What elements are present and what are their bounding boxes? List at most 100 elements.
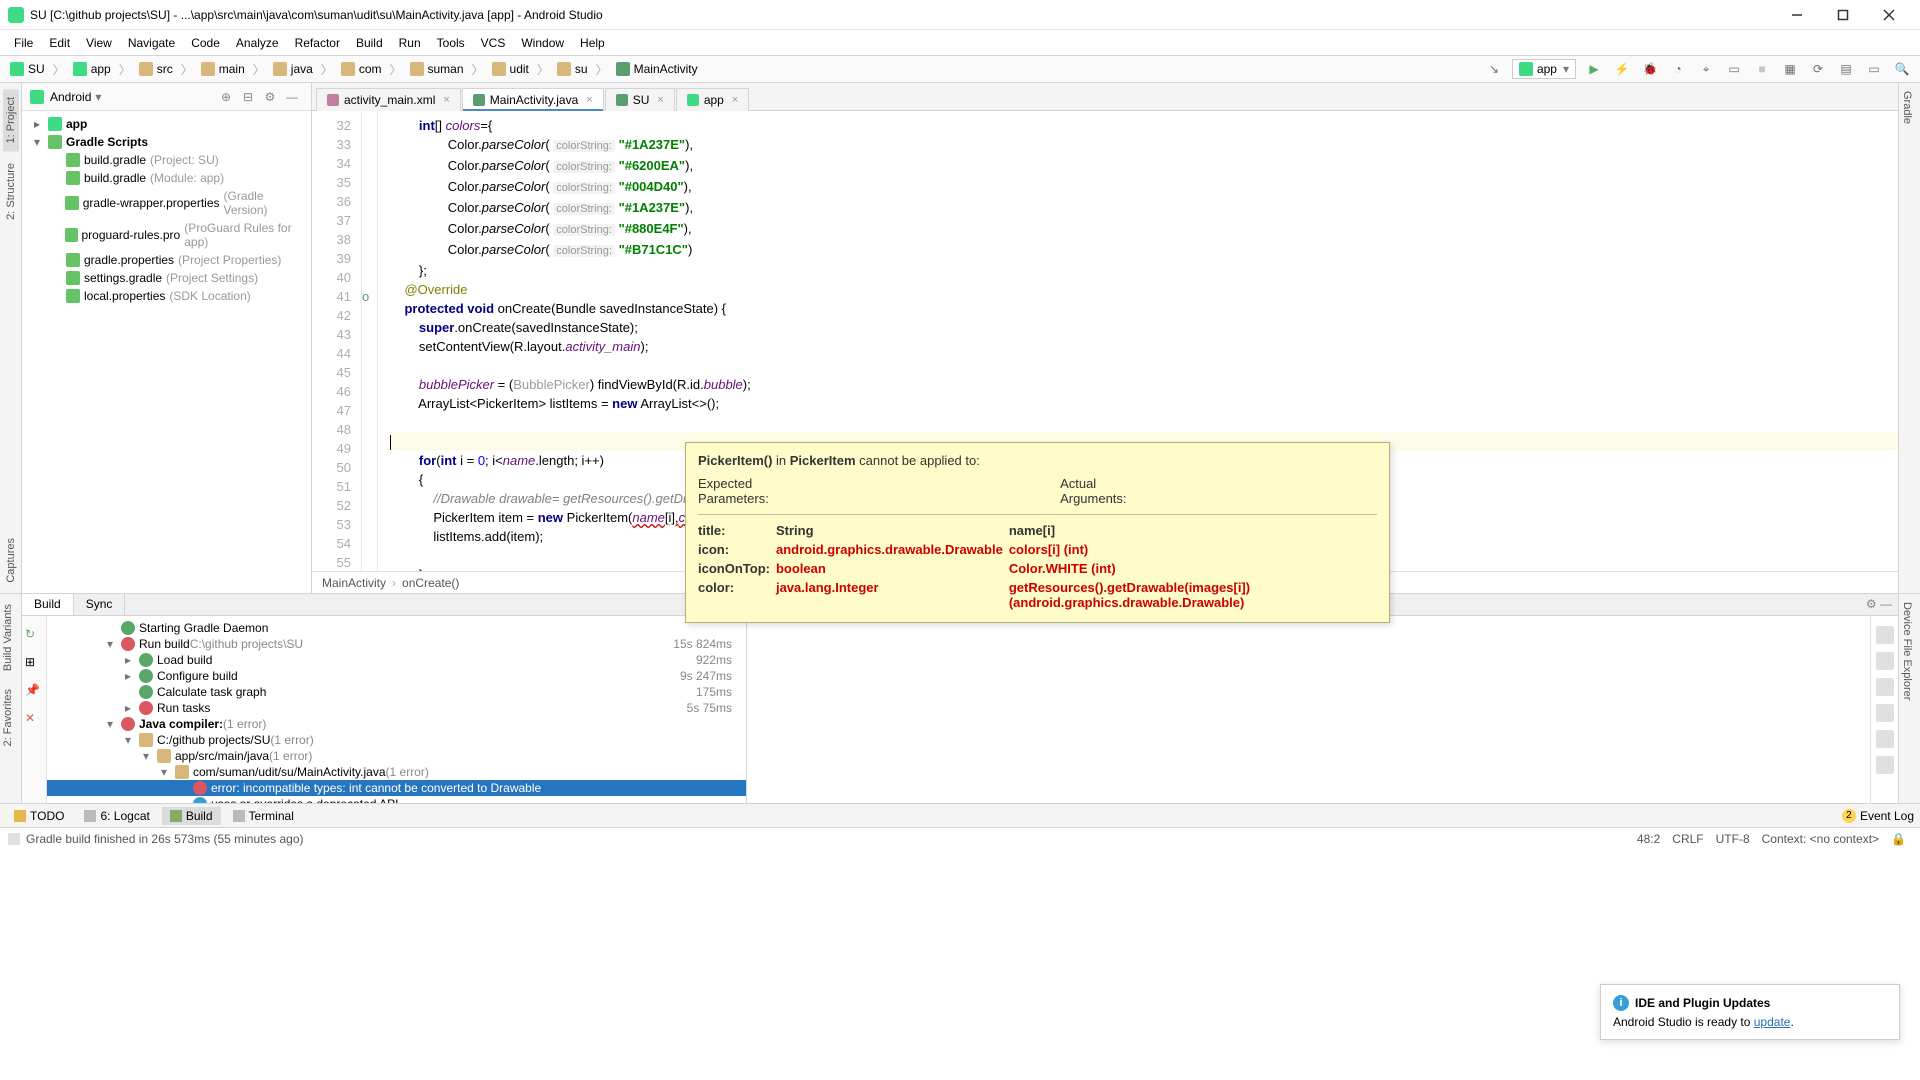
tree-item[interactable]: proguard-rules.pro(ProGuard Rules for ap… <box>22 219 311 251</box>
project-tool-tab[interactable]: 1: Project <box>3 89 19 151</box>
search-icon[interactable]: 🔍 <box>1891 58 1913 80</box>
favorites-tab[interactable]: 2: Favorites <box>0 681 16 754</box>
layout-inspector-icon[interactable]: ▭ <box>1863 58 1885 80</box>
captures-tool-tab[interactable]: Captures <box>3 530 19 591</box>
down-icon[interactable] <box>1876 652 1894 670</box>
minimize-button[interactable] <box>1774 0 1820 30</box>
tree-twisty-icon[interactable]: ▾ <box>139 749 153 763</box>
event-log-button[interactable]: 2Event Log <box>1842 809 1914 823</box>
tree-item[interactable]: build.gradle(Project: SU) <box>22 151 311 169</box>
settings-gear-icon[interactable]: ⚙ <box>261 88 279 106</box>
project-tree[interactable]: ▸app▾Gradle Scriptsbuild.gradle(Project:… <box>22 111 311 309</box>
build-tree-row[interactable]: ▸Run tasks5s 75ms <box>47 700 746 716</box>
gutter-icons[interactable]: oo <box>362 111 378 571</box>
tree-item[interactable]: ▸app <box>22 115 311 133</box>
tree-item[interactable]: gradle-wrapper.properties(Gradle Version… <box>22 187 311 219</box>
close-build-icon[interactable]: ✕ <box>25 711 43 729</box>
avd-manager-icon[interactable]: ▭ <box>1723 58 1745 80</box>
filter-icon[interactable]: 📌 <box>25 683 43 701</box>
sync-gradle-icon[interactable]: ⟳ <box>1807 58 1829 80</box>
build-tree-row[interactable]: ▸Load build922ms <box>47 652 746 668</box>
menu-file[interactable]: File <box>6 33 41 53</box>
breadcrumb-item[interactable]: su <box>551 62 594 76</box>
tree-item[interactable]: ▾Gradle Scripts <box>22 133 311 151</box>
breadcrumb-class[interactable]: MainActivity <box>322 576 386 590</box>
ide-update-notification[interactable]: iIDE and Plugin Updates Android Studio i… <box>1600 984 1900 1040</box>
build-tree-row[interactable]: ▾Run build C:\github projects\SU15s 824m… <box>47 636 746 652</box>
breadcrumb-item[interactable]: SU <box>4 62 51 76</box>
context-selector[interactable]: Context: <no context> <box>1762 832 1879 846</box>
breadcrumb-item[interactable]: src <box>133 62 179 76</box>
tree-twisty-icon[interactable]: ▾ <box>103 637 117 651</box>
tree-item[interactable]: settings.gradle(Project Settings) <box>22 269 311 287</box>
menu-window[interactable]: Window <box>513 33 572 53</box>
project-view-selector[interactable]: Android <box>50 90 91 104</box>
menu-edit[interactable]: Edit <box>41 33 78 53</box>
breadcrumb-item[interactable]: app <box>67 62 117 76</box>
collapse-icon[interactable] <box>1876 704 1894 722</box>
tree-twisty-icon[interactable]: ▾ <box>121 733 135 747</box>
status-indicator-icon[interactable] <box>8 833 20 845</box>
tree-item[interactable]: local.properties(SDK Location) <box>22 287 311 305</box>
menu-navigate[interactable]: Navigate <box>120 33 183 53</box>
build-tree-row[interactable]: error: incompatible types: int cannot be… <box>47 780 746 796</box>
attach-debugger-icon[interactable]: ⌖ <box>1695 58 1717 80</box>
tree-item[interactable]: gradle.properties(Project Properties) <box>22 251 311 269</box>
line-number-gutter[interactable]: 3233343536373839404142434445464748495051… <box>312 111 362 571</box>
maximize-button[interactable] <box>1820 0 1866 30</box>
build-tree-row[interactable]: uses or overrides a deprecated API. <box>47 796 746 803</box>
close-tab-icon[interactable]: × <box>732 94 738 106</box>
sdk-manager-icon[interactable]: ▦ <box>1779 58 1801 80</box>
up-icon[interactable] <box>1876 626 1894 644</box>
tree-twisty-icon[interactable]: ▾ <box>157 765 171 779</box>
build-tool-tab[interactable]: Build <box>162 807 221 825</box>
build-tree-row[interactable]: Calculate task graph175ms <box>47 684 746 700</box>
build-hammer-icon[interactable]: ↘ <box>1483 58 1505 80</box>
apply-changes-icon[interactable]: ⚡ <box>1611 58 1633 80</box>
line-separator[interactable]: CRLF <box>1672 832 1703 846</box>
expand-icon[interactable] <box>1876 678 1894 696</box>
breadcrumb-item[interactable]: com <box>335 62 388 76</box>
close-tab-icon[interactable]: × <box>657 94 663 106</box>
collapse-all-icon[interactable]: ⊟ <box>239 88 257 106</box>
menu-view[interactable]: View <box>78 33 120 53</box>
run-config-select[interactable]: app ▾ <box>1512 59 1576 79</box>
close-tab-icon[interactable]: × <box>443 94 449 106</box>
build-tree-row[interactable]: ▾com/suman/udit/su/MainActivity.java (1 … <box>47 764 746 780</box>
menu-refactor[interactable]: Refactor <box>287 33 348 53</box>
tree-twisty-icon[interactable]: ▸ <box>121 669 135 683</box>
editor-tab[interactable]: activity_main.xml× <box>316 88 461 111</box>
close-button[interactable] <box>1866 0 1912 30</box>
menu-run[interactable]: Run <box>391 33 429 53</box>
scroll-to-source-icon[interactable]: ⊕ <box>217 88 235 106</box>
menu-help[interactable]: Help <box>572 33 613 53</box>
export-icon[interactable] <box>1876 730 1894 748</box>
tree-twisty-icon[interactable]: ▸ <box>121 653 135 667</box>
tree-twisty-icon[interactable]: ▾ <box>103 717 117 731</box>
gradle-tool-tab[interactable]: Gradle <box>1899 83 1915 132</box>
project-structure-icon[interactable]: ▤ <box>1835 58 1857 80</box>
rerun-icon[interactable]: ↻ <box>25 627 43 645</box>
structure-tool-tab[interactable]: 2: Structure <box>3 155 19 228</box>
build-tree-row[interactable]: ▾C:/github projects/SU (1 error) <box>47 732 746 748</box>
cursor-position[interactable]: 48:2 <box>1637 832 1660 846</box>
memory-indicator-icon[interactable]: 🔒 <box>1891 832 1906 846</box>
editor-tab[interactable]: MainActivity.java× <box>462 88 604 111</box>
breadcrumb-item[interactable]: main <box>195 62 251 76</box>
build-panel-settings-icon[interactable]: ⚙ — <box>1860 594 1898 615</box>
hide-tool-window-icon[interactable]: — <box>283 88 301 106</box>
menu-code[interactable]: Code <box>183 33 228 53</box>
profile-button[interactable]: ◔ <box>1667 58 1689 80</box>
menu-tools[interactable]: Tools <box>429 33 473 53</box>
build-variants-tab[interactable]: Build Variants <box>0 596 16 679</box>
todo-tool-tab[interactable]: TODO <box>6 807 72 825</box>
update-link[interactable]: update <box>1754 1015 1791 1029</box>
close-tab-icon[interactable]: × <box>586 94 592 106</box>
debug-button[interactable]: 🐞 <box>1639 58 1661 80</box>
run-button[interactable]: ▶ <box>1583 58 1605 80</box>
wrap-icon[interactable] <box>1876 756 1894 774</box>
tree-twisty-icon[interactable]: ▸ <box>121 701 135 715</box>
terminal-tool-tab[interactable]: Terminal <box>225 807 302 825</box>
device-file-explorer-tab[interactable]: Device File Explorer <box>1899 594 1915 708</box>
editor-tab[interactable]: SU× <box>605 88 675 111</box>
